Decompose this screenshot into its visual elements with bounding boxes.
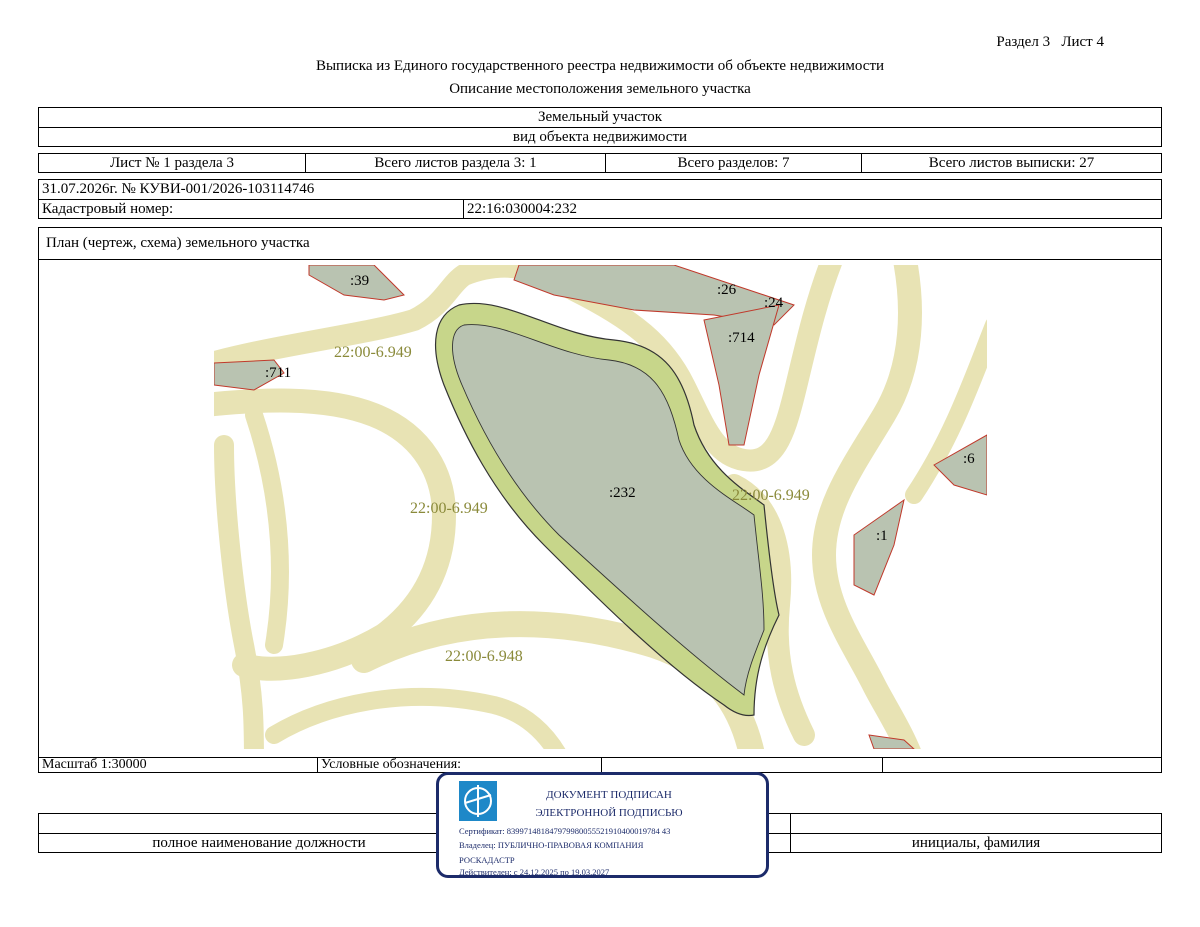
legend-cell bbox=[882, 758, 1161, 772]
document-subtitle: Описание местоположения земельного участ… bbox=[449, 81, 751, 97]
zone-label: 22:00-6.949 bbox=[334, 344, 412, 361]
zone-label: 22:00-6.948 bbox=[445, 648, 523, 665]
document-title: Выписка из Единого государственного реес… bbox=[315, 58, 885, 74]
stamp-line2: ЭЛЕКТРОННОЙ ПОДПИСЬЮ bbox=[535, 807, 683, 819]
plan-heading: План (чертеж, схема) земельного участка bbox=[46, 235, 310, 251]
legend-cell bbox=[601, 758, 882, 772]
extract-sheets: Всего листов выписки: 27 bbox=[861, 154, 1161, 172]
label-232: :232 bbox=[609, 485, 636, 501]
section-label: Раздел 3 bbox=[996, 34, 1051, 50]
label-1: :1 bbox=[876, 528, 888, 544]
scale-label: Масштаб 1:30000 bbox=[42, 757, 147, 772]
e-signature-stamp: ДОКУМЕНТ ПОДПИСАН ЭЛЕКТРОННОЙ ПОДПИСЬЮ С… bbox=[436, 772, 769, 878]
cadastral-map: :39 :26 :24 :714 :711 :6 :1 :232 22:00-6… bbox=[214, 265, 987, 749]
zone-label: 22:00-6.949 bbox=[410, 500, 488, 517]
page-info: Раздел 3 Лист 4 bbox=[996, 34, 1104, 51]
label-6: :6 bbox=[963, 451, 975, 467]
position-caption: полное наименование должности bbox=[152, 834, 366, 851]
name-caption: инициалы, фамилия bbox=[911, 834, 1041, 851]
roskadastr-logo-icon bbox=[459, 781, 497, 821]
label-711: :711 bbox=[265, 365, 291, 381]
stamp-valid: Действителен: с 24.12.2025 по 19.03.2027 bbox=[459, 867, 610, 877]
stamp-certificate: Сертификат: 8399714818479799800555219104… bbox=[459, 826, 671, 836]
scale-legend-row: Масштаб 1:30000 Условные обозначения: bbox=[38, 757, 1162, 773]
record-box: 31.07.2026г. № КУВИ-001/2026-103114746 К… bbox=[38, 179, 1162, 219]
record-date-number: 31.07.2026г. № КУВИ-001/2026-103114746 bbox=[42, 181, 315, 197]
divider bbox=[39, 259, 1161, 260]
sections-total: Всего разделов: 7 bbox=[605, 154, 861, 172]
sheet-counts-row: Лист № 1 раздела 3 Всего листов раздела … bbox=[38, 153, 1162, 173]
object-type-caption: вид объекта недвижимости bbox=[512, 128, 688, 145]
stamp-owner: Владелец: ПУБЛИЧНО-ПРАВОВАЯ КОМПАНИЯ bbox=[459, 840, 644, 850]
label-24: :24 bbox=[764, 295, 784, 311]
stamp-line1: ДОКУМЕНТ ПОДПИСАН bbox=[546, 789, 672, 801]
legend-label: Условные обозначения: bbox=[317, 757, 601, 772]
section-sheets: Всего листов раздела 3: 1 bbox=[305, 154, 605, 172]
label-39: :39 bbox=[350, 273, 369, 289]
sheet-number: Лист № 1 раздела 3 bbox=[110, 154, 234, 171]
label-26: :26 bbox=[717, 282, 737, 298]
cadastral-label: Кадастровый номер: bbox=[42, 200, 174, 217]
object-type: Земельный участок bbox=[537, 109, 663, 125]
label-714: :714 bbox=[728, 330, 755, 346]
stamp-owner2: РОСКАДАСТР bbox=[459, 855, 515, 865]
sheet-label: Лист 4 bbox=[1061, 34, 1104, 50]
object-type-box: Земельный участок вид объекта недвижимос… bbox=[38, 107, 1162, 147]
cadastral-number: 22:16:030004:232 bbox=[463, 200, 1161, 218]
zone-label: 22:00-6.949 bbox=[732, 487, 810, 504]
